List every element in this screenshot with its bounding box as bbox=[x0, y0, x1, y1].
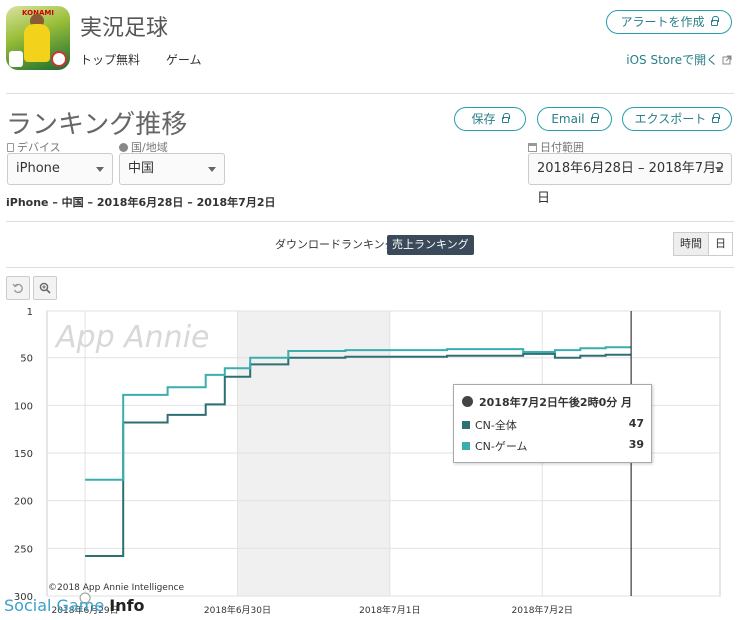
tooltip-row-label: CN-ゲーム bbox=[475, 440, 528, 453]
app-annie-watermark: App Annie bbox=[54, 320, 210, 355]
x-tick-label: 2018年7月1日 bbox=[359, 604, 420, 616]
save-button[interactable]: 保存 bbox=[454, 107, 526, 131]
app-categories: トップ無料 ゲーム bbox=[80, 51, 223, 68]
category-top-free[interactable]: トップ無料 bbox=[80, 53, 140, 67]
country-value: 中国 bbox=[128, 161, 155, 176]
device-select[interactable]: iPhone bbox=[7, 153, 113, 185]
create-alert-label: アラートを作成 bbox=[620, 15, 705, 29]
tabs-divider bbox=[6, 267, 734, 268]
email-label: Email bbox=[551, 112, 585, 126]
tab-download-ranking[interactable]: ダウンロードランキング bbox=[270, 235, 401, 255]
y-tick-label: 50 bbox=[20, 354, 33, 365]
export-label: エクスポート bbox=[634, 112, 707, 126]
chevron-down-icon bbox=[208, 167, 216, 172]
device-icon bbox=[7, 143, 14, 152]
y-tick-label: 250 bbox=[14, 544, 33, 555]
chart-tooltip: 2018年7月2日午後2時0分 月 CN-全体 47 CN-ゲーム 39 bbox=[453, 384, 652, 463]
site-watermark-part1: Social Game bbox=[4, 596, 105, 615]
date-range-select[interactable]: 2018年6月28日 – 2018年7月2日 bbox=[528, 153, 732, 206]
tooltip-row-all: CN-全体 47 bbox=[462, 417, 644, 433]
filter-summary: iPhone – 中国 – 2018年6月28日 – 2018年7月2日 bbox=[6, 196, 276, 209]
create-alert-button[interactable]: アラートを作成 bbox=[606, 10, 732, 34]
site-watermark: Social Game Info bbox=[4, 596, 145, 615]
granularity-day-toggle[interactable]: 日 bbox=[708, 232, 733, 256]
email-button[interactable]: Email bbox=[537, 107, 612, 131]
series-swatch bbox=[462, 442, 470, 450]
ios-store-label: iOS Storeで開く bbox=[626, 53, 719, 67]
export-button[interactable]: エクスポート bbox=[622, 107, 732, 131]
country-select[interactable]: 中国 bbox=[119, 153, 225, 185]
app-icon-player bbox=[24, 24, 50, 62]
app-icon-crest bbox=[9, 51, 23, 67]
app-title: 実況足球 bbox=[80, 16, 169, 41]
ios-store-link[interactable]: iOS Storeで開く bbox=[626, 51, 732, 68]
globe-icon bbox=[462, 396, 473, 407]
y-tick-label: 1 bbox=[27, 307, 33, 318]
tooltip-row-game: CN-ゲーム 39 bbox=[462, 438, 644, 454]
chevron-down-icon bbox=[96, 167, 104, 172]
page-title: ランキング推移 bbox=[6, 110, 188, 140]
calendar-icon bbox=[528, 143, 537, 152]
y-tick-label: 150 bbox=[14, 449, 33, 460]
tab-revenue-ranking[interactable]: 売上ランキング bbox=[387, 235, 474, 255]
header-divider bbox=[6, 93, 734, 94]
tooltip-row-value: 47 bbox=[628, 417, 644, 430]
granularity-hour-toggle[interactable]: 時間 bbox=[673, 232, 709, 256]
zoom-button[interactable] bbox=[33, 276, 57, 300]
x-tick-label: 2018年6月30日 bbox=[204, 604, 271, 616]
globe-icon bbox=[119, 143, 128, 152]
category-game[interactable]: ゲーム bbox=[166, 53, 202, 67]
site-watermark-part2: Info bbox=[109, 596, 145, 615]
series-swatch bbox=[462, 421, 470, 429]
summary-divider bbox=[6, 221, 734, 222]
app-icon-ball bbox=[51, 51, 67, 67]
lock-icon bbox=[710, 16, 719, 26]
app-icon: KONAMI bbox=[6, 6, 70, 70]
tooltip-header: 2018年7月2日午後2時0分 月 bbox=[462, 394, 632, 410]
lock-icon bbox=[712, 113, 721, 123]
y-tick-label: 200 bbox=[14, 497, 33, 508]
tooltip-row-value: 39 bbox=[628, 438, 644, 451]
reset-zoom-button[interactable] bbox=[6, 276, 30, 300]
lock-icon bbox=[590, 113, 599, 123]
lock-icon bbox=[501, 113, 510, 123]
external-link-icon bbox=[722, 55, 732, 65]
undo-icon bbox=[12, 283, 23, 294]
device-value: iPhone bbox=[16, 161, 60, 176]
zoom-icon bbox=[39, 282, 51, 294]
tooltip-title: 2018年7月2日午後2時0分 月 bbox=[479, 396, 633, 409]
y-tick-label: 100 bbox=[14, 401, 33, 412]
x-tick-label: 2018年7月2日 bbox=[512, 604, 573, 616]
save-label: 保存 bbox=[471, 112, 496, 126]
tooltip-row-label: CN-全体 bbox=[475, 419, 517, 432]
chevron-down-icon bbox=[715, 167, 723, 172]
date-range-value: 2018年6月28日 – 2018年7月2日 bbox=[537, 161, 725, 206]
chart-copyright: ©2018 App Annie Intelligence bbox=[48, 583, 185, 593]
